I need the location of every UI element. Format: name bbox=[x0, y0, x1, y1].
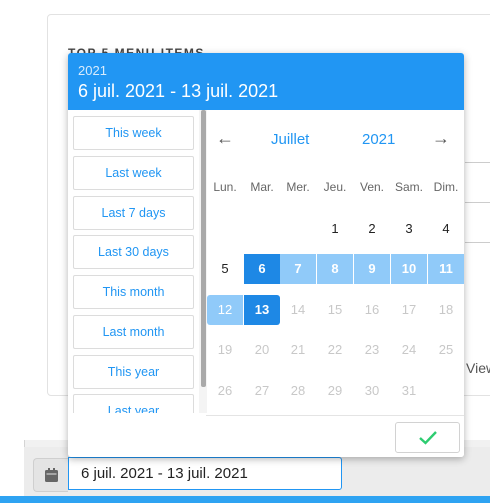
bottom-stripe bbox=[0, 496, 490, 503]
calendar-day: 22 bbox=[327, 342, 343, 357]
calendar-day: 25 bbox=[438, 342, 454, 357]
arrow-right-icon[interactable]: → bbox=[432, 128, 450, 149]
header-year[interactable]: 2021 bbox=[78, 63, 107, 78]
calendar-day[interactable]: 1 bbox=[317, 214, 353, 244]
calendar-day: 20 bbox=[254, 342, 270, 357]
preset-last-week[interactable]: Last week bbox=[73, 156, 194, 190]
date-range-input[interactable] bbox=[68, 457, 342, 490]
preset-list: This week Last week Last 7 days Last 30 … bbox=[68, 110, 206, 413]
calendar-day: 27 bbox=[254, 383, 270, 398]
checkmark-icon bbox=[418, 430, 437, 445]
calendar-day[interactable]: 10 bbox=[391, 254, 427, 284]
calendar-day: 30 bbox=[364, 383, 380, 398]
table-divider bbox=[465, 202, 490, 203]
calendar-day: 21 bbox=[290, 342, 306, 357]
calendar-day: 23 bbox=[364, 342, 380, 357]
calendar-day[interactable]: 3 bbox=[391, 214, 427, 244]
preset-this-week[interactable]: This week bbox=[73, 116, 194, 150]
calendar-day: 14 bbox=[290, 302, 306, 317]
calendar-day[interactable]: 2 bbox=[354, 214, 390, 244]
weekday-label: Lun. bbox=[213, 180, 237, 194]
calendar-day[interactable]: 5 bbox=[207, 254, 243, 284]
calendar-day: 29 bbox=[327, 383, 343, 398]
calendar-day[interactable]: 13 bbox=[244, 295, 280, 325]
calendar-icon bbox=[44, 468, 58, 482]
preset-last-30-days[interactable]: Last 30 days bbox=[73, 235, 194, 269]
calendar-day[interactable]: 8 bbox=[317, 254, 353, 284]
preset-scrollbar-thumb[interactable] bbox=[201, 110, 206, 387]
weekday-label: Sam. bbox=[394, 180, 423, 194]
preset-this-month[interactable]: This month bbox=[73, 275, 194, 309]
calendar-day: 26 bbox=[217, 383, 233, 398]
view-link[interactable]: View bbox=[466, 360, 490, 376]
weekday-label: Mer. bbox=[286, 180, 310, 194]
table-divider bbox=[465, 162, 490, 163]
left-sidebar bbox=[0, 0, 25, 503]
date-range-picker: 2021 6 juil. 2021 - 13 juil. 2021 This w… bbox=[68, 53, 464, 457]
calendar-day[interactable]: 11 bbox=[428, 254, 464, 284]
weekday-label: Dim. bbox=[433, 180, 459, 194]
calendar-day[interactable]: 12 bbox=[207, 295, 243, 325]
calendar-day[interactable]: 7 bbox=[280, 254, 316, 284]
arrow-left-icon[interactable]: ← bbox=[216, 128, 234, 149]
calendar-day: 15 bbox=[327, 302, 343, 317]
calendar-day: 17 bbox=[401, 302, 417, 317]
month-label[interactable]: Juillet bbox=[271, 131, 309, 148]
table-divider bbox=[465, 242, 490, 243]
calendar-day: 19 bbox=[217, 342, 233, 357]
calendar-day: 28 bbox=[290, 383, 306, 398]
weekday-label: Jeu. bbox=[323, 180, 347, 194]
calendar-day[interactable]: 9 bbox=[354, 254, 390, 284]
calendar-day: 16 bbox=[364, 302, 380, 317]
weekday-label: Mar. bbox=[250, 180, 274, 194]
weekday-label: Ven. bbox=[359, 180, 385, 194]
preset-last-7-days[interactable]: Last 7 days bbox=[73, 196, 194, 230]
preset-this-year[interactable]: This year bbox=[73, 355, 194, 389]
preset-last-year[interactable]: Last year bbox=[73, 394, 194, 413]
calendar-day[interactable]: 4 bbox=[428, 214, 464, 244]
calendar-button[interactable] bbox=[33, 458, 68, 492]
calendar-day: 18 bbox=[438, 302, 454, 317]
year-label[interactable]: 2021 bbox=[362, 131, 395, 148]
calendar-day[interactable]: 6 bbox=[244, 254, 280, 284]
picker-header: 2021 6 juil. 2021 - 13 juil. 2021 bbox=[68, 53, 464, 110]
confirm-button[interactable] bbox=[395, 422, 460, 453]
preset-last-month[interactable]: Last month bbox=[73, 315, 194, 349]
calendar-day: 31 bbox=[401, 383, 417, 398]
calendar-day: 24 bbox=[401, 342, 417, 357]
header-range: 6 juil. 2021 - 13 juil. 2021 bbox=[78, 81, 279, 101]
